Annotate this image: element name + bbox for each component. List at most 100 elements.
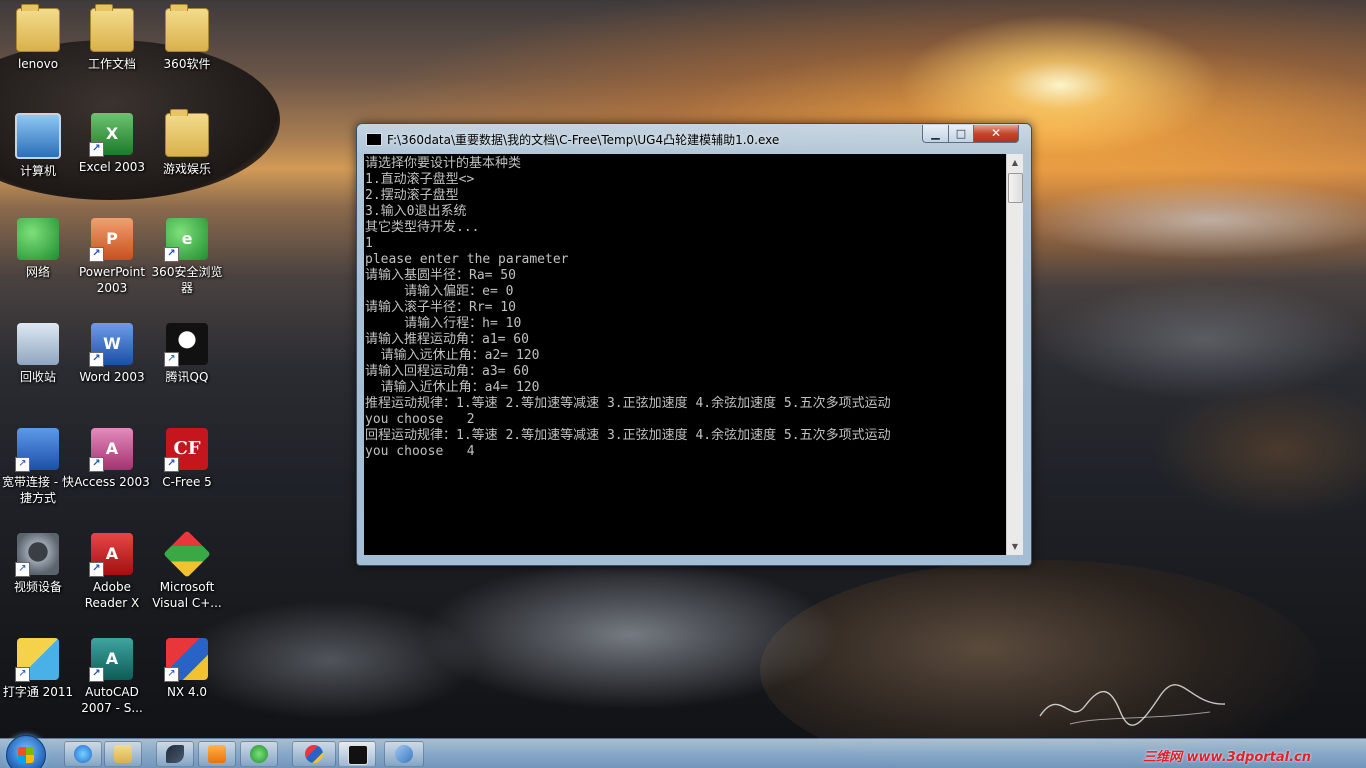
desktop-icon-lenovo[interactable]: lenovo bbox=[0, 4, 76, 72]
scenery-surf bbox=[420, 560, 840, 710]
computer-icon bbox=[15, 113, 61, 159]
desktop-icon-games[interactable]: 游戏娱乐 bbox=[149, 109, 225, 177]
desktop-icon-label: AutoCAD 2007 - S... bbox=[81, 685, 143, 715]
shortcut-arrow-icon: ↗ bbox=[89, 247, 104, 262]
console-line: you choose 2 bbox=[365, 412, 475, 427]
taskbar-item[interactable] bbox=[64, 741, 102, 767]
shortcut-arrow-icon: ↗ bbox=[164, 247, 179, 262]
console-line: 其它类型待开发... bbox=[365, 220, 480, 235]
console-line: please enter the parameter bbox=[365, 252, 569, 267]
scroll-down-arrow-icon[interactable]: ▼ bbox=[1007, 538, 1023, 555]
taskbar-item[interactable] bbox=[384, 741, 424, 767]
scroll-thumb[interactable] bbox=[1008, 173, 1023, 203]
maximize-button[interactable]: □ bbox=[948, 125, 974, 143]
taskbar-item-active[interactable] bbox=[338, 741, 376, 767]
desktop-icon-excel[interactable]: X ↗ Excel 2003 bbox=[74, 113, 150, 175]
folder-icon bbox=[165, 4, 209, 52]
console-line: 请输入滚子半径：Rr= 10 bbox=[365, 300, 516, 315]
desktop-icon-label: PowerPoint 2003 bbox=[78, 265, 146, 295]
desktop-icon-label: C-Free 5 bbox=[162, 475, 212, 489]
desktop-icon-broadband[interactable]: ↗ 宽带连接 - 快捷方式 bbox=[0, 428, 76, 506]
desktop-icon-adobe-reader[interactable]: A ↗ Adobe Reader X bbox=[74, 533, 150, 611]
desktop-icon-label: lenovo bbox=[17, 57, 59, 71]
autocad-icon: A ↗ bbox=[89, 638, 133, 682]
console-line: 3.输入0退出系统 bbox=[365, 204, 467, 219]
desktop-icon-label: 游戏娱乐 bbox=[162, 162, 211, 176]
window-title: F:\360data\重要数据\我的文档\C-Free\Temp\UG4凸轮建模… bbox=[387, 133, 780, 147]
console-text: 请选择你要设计的基本种类 1.直动滚子盘型<> 2.摆动滚子盘型 3.输入0退出… bbox=[364, 154, 1006, 460]
shortcut-arrow-icon: ↗ bbox=[15, 457, 30, 472]
file-explorer-icon bbox=[114, 745, 132, 763]
desktop-icon-label: 回收站 bbox=[19, 370, 56, 384]
adobe-reader-icon: A ↗ bbox=[89, 533, 133, 577]
desktop-icon-label: 腾讯QQ bbox=[165, 370, 209, 384]
cfree-icon: CF ↗ bbox=[164, 428, 208, 472]
console-line: 请输入基圆半径：Ra= 50 bbox=[365, 268, 516, 283]
360-browser-icon bbox=[250, 745, 268, 763]
console-window[interactable]: F:\360data\重要数据\我的文档\C-Free\Temp\UG4凸轮建模… bbox=[356, 123, 1032, 566]
recycle-bin-icon bbox=[17, 323, 59, 365]
console-line: 请输入推程运动角：a1= 60 bbox=[365, 332, 529, 347]
console-line: 请输入行程：h= 10 bbox=[365, 316, 522, 331]
scenery-surf bbox=[180, 600, 480, 720]
taskbar-item[interactable] bbox=[104, 741, 142, 767]
vertical-scrollbar[interactable]: ▲ ▼ bbox=[1006, 154, 1023, 555]
shortcut-arrow-icon: ↗ bbox=[89, 457, 104, 472]
desktop-icon-label: 360安全浏览器 bbox=[151, 265, 223, 295]
360-browser-icon: e ↗ bbox=[164, 218, 208, 262]
desktop-icon-label: 打字通 2011 bbox=[2, 685, 74, 699]
desktop-icon-qq[interactable]: ↗ 腾讯QQ bbox=[149, 323, 225, 385]
signature-mark bbox=[1039, 684, 1226, 726]
paint-icon bbox=[395, 745, 413, 763]
desktop-icon-computer[interactable]: 计算机 bbox=[0, 113, 76, 179]
desktop-icon-typing[interactable]: ↗ 打字通 2011 bbox=[0, 638, 76, 700]
bird-app-icon bbox=[166, 745, 184, 763]
minimize-button[interactable]: ▁ bbox=[922, 125, 949, 143]
console-line: 1.直动滚子盘型<> bbox=[365, 172, 475, 187]
scenery-rock bbox=[1150, 380, 1366, 520]
console-line: 推程运动规律：1.等速 2.等加速等减速 3.正弦加速度 4.余弦加速度 5.五… bbox=[365, 396, 891, 411]
desktop-icon-label: 网络 bbox=[25, 265, 50, 279]
desktop-icon-label: Adobe Reader X bbox=[84, 580, 140, 610]
desktop-icon-label: Access 2003 bbox=[74, 475, 150, 489]
taskbar-item[interactable] bbox=[240, 741, 278, 767]
desktop-icon-access[interactable]: A ↗ Access 2003 bbox=[74, 428, 150, 490]
console-output[interactable]: 请选择你要设计的基本种类 1.直动滚子盘型<> 2.摆动滚子盘型 3.输入0退出… bbox=[364, 154, 1006, 555]
desktop-icon-recycle-bin[interactable]: 回收站 bbox=[0, 323, 76, 385]
desktop-icon-powerpoint[interactable]: P ↗ PowerPoint 2003 bbox=[74, 218, 150, 296]
close-button[interactable]: ✕ bbox=[973, 125, 1019, 143]
shortcut-arrow-icon: ↗ bbox=[89, 562, 104, 577]
powerpoint-icon: P ↗ bbox=[89, 218, 133, 262]
title-bar[interactable]: F:\360data\重要数据\我的文档\C-Free\Temp\UG4凸轮建模… bbox=[357, 124, 1031, 154]
desktop-icon-nx[interactable]: ↗ NX 4.0 bbox=[149, 638, 225, 700]
desktop-icon-visual-cpp[interactable]: Microsoft Visual C+... bbox=[149, 530, 225, 611]
shortcut-arrow-icon: ↗ bbox=[89, 667, 104, 682]
broadband-connection-icon: ↗ bbox=[15, 428, 59, 472]
taskbar-item[interactable] bbox=[198, 741, 236, 767]
desktop-icon-word[interactable]: W ↗ Word 2003 bbox=[74, 323, 150, 385]
desktop-icon-label: 宽带连接 - 快捷方式 bbox=[2, 475, 74, 505]
console-line: 请输入回程运动角：a3= 60 bbox=[365, 364, 529, 379]
console-app-icon bbox=[366, 133, 382, 146]
desktop-icon-label: 视频设备 bbox=[13, 580, 62, 594]
shortcut-arrow-icon: ↗ bbox=[15, 562, 30, 577]
shortcut-arrow-icon: ↗ bbox=[89, 142, 104, 157]
word-icon: W ↗ bbox=[89, 323, 133, 367]
console-line: 回程运动规律：1.等速 2.等加速等减速 3.正弦加速度 4.余弦加速度 5.五… bbox=[365, 428, 891, 443]
taskbar-item[interactable] bbox=[292, 741, 336, 767]
shortcut-arrow-icon: ↗ bbox=[164, 667, 179, 682]
desktop-icon-work-docs[interactable]: 工作文档 bbox=[74, 4, 150, 72]
desktop-icon-webcam[interactable]: ↗ 视频设备 bbox=[0, 533, 76, 595]
console-line: 请输入偏距：e= 0 bbox=[365, 284, 514, 299]
desktop-icon-360-software[interactable]: 360软件 bbox=[149, 4, 225, 72]
desktop-icon-cfree[interactable]: CF ↗ C-Free 5 bbox=[149, 428, 225, 490]
nx-icon bbox=[305, 745, 323, 763]
console-line: 请输入近休止角：a4= 120 bbox=[365, 380, 540, 395]
desktop-icon-autocad[interactable]: A ↗ AutoCAD 2007 - S... bbox=[74, 638, 150, 716]
scroll-up-arrow-icon[interactable]: ▲ bbox=[1007, 154, 1023, 171]
start-button[interactable] bbox=[6, 735, 46, 768]
desktop-icon-360-browser[interactable]: e ↗ 360安全浏览器 bbox=[149, 218, 225, 296]
scenery-rock bbox=[760, 560, 1320, 768]
taskbar-item[interactable] bbox=[156, 741, 194, 767]
desktop-icon-network[interactable]: 网络 bbox=[0, 218, 76, 280]
